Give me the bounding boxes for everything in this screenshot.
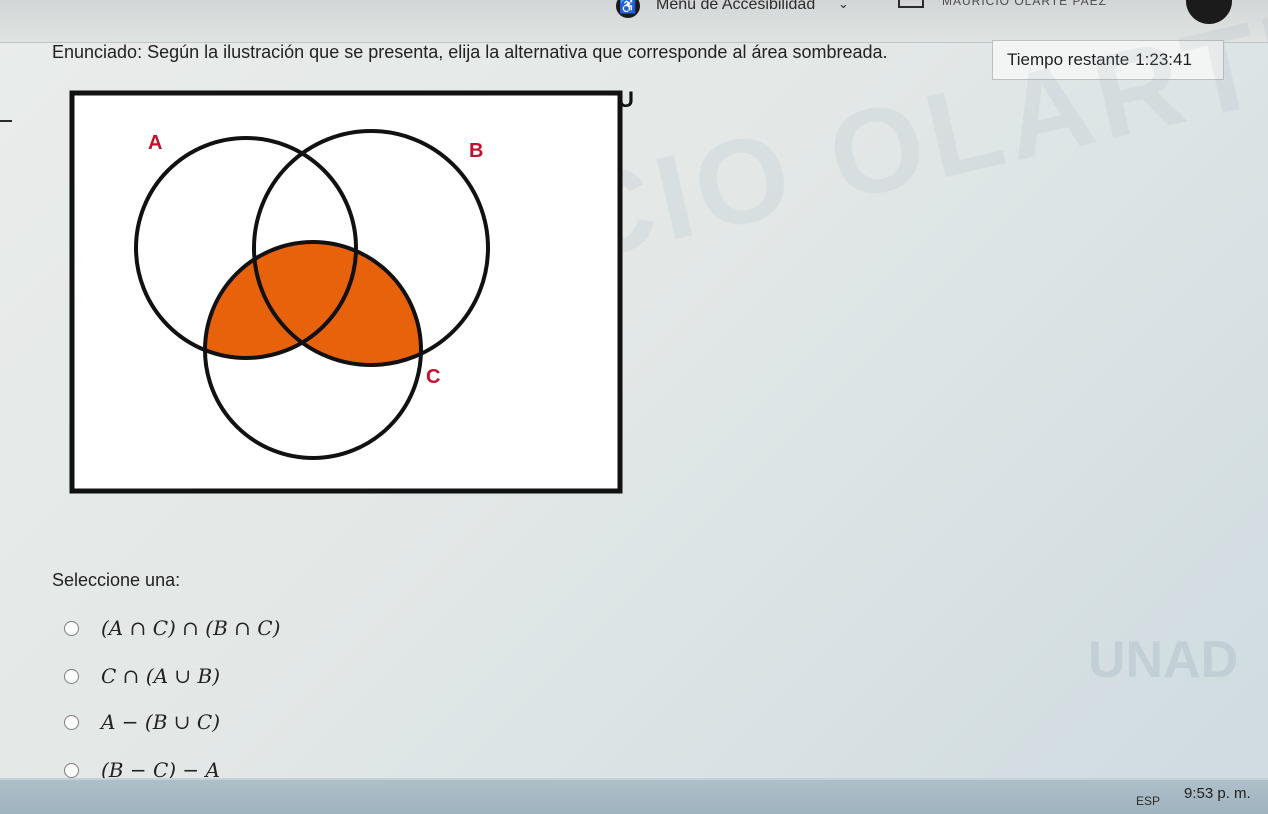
chevron-down-icon[interactable]: ⌄ (838, 0, 849, 12)
accessibility-menu[interactable]: Menú de Accesibilidad (656, 0, 815, 14)
radio-button[interactable] (64, 762, 79, 778)
label-c: C (426, 366, 440, 388)
unad-logo-watermark: UNAD (1088, 631, 1239, 689)
venn-diagram-svg: U A B C (69, 87, 634, 494)
venn-diagram: U A B C (60, 85, 640, 505)
mail-icon[interactable] (898, 0, 924, 8)
taskbar (0, 778, 1268, 814)
label-b: B (469, 140, 483, 162)
accessibility-icon[interactable]: ♿ (616, 0, 640, 18)
option-label[interactable]: (A ∩ C) ∩ (B ∩ C) (101, 616, 280, 640)
taskbar-clock[interactable]: 9:53 p. m. (1184, 785, 1251, 802)
option-label[interactable]: C ∩ (A ∪ B) (101, 664, 220, 688)
select-one-label: Seleccione una: (52, 570, 181, 590)
label-a: A (148, 132, 162, 154)
label-u: U (618, 87, 634, 112)
user-name[interactable]: MAURICIO OLARTE PAEZ (942, 0, 1162, 8)
answer-option-3[interactable]: A − (B ∪ C) (64, 707, 220, 737)
answer-option-1[interactable]: (A ∩ C) ∩ (B ∩ C) (64, 613, 280, 643)
radio-button[interactable] (64, 620, 79, 636)
question-statement: Enunciado: Según la ilustración que se p… (52, 42, 888, 62)
radio-button[interactable] (64, 714, 79, 730)
answer-option-2[interactable]: C ∩ (A ∪ B) (64, 661, 220, 691)
option-label[interactable]: A − (B ∪ C) (101, 710, 220, 734)
radio-button[interactable] (64, 668, 79, 684)
side-panel-handle[interactable] (0, 100, 12, 122)
language-indicator[interactable]: ESP (1136, 794, 1160, 808)
